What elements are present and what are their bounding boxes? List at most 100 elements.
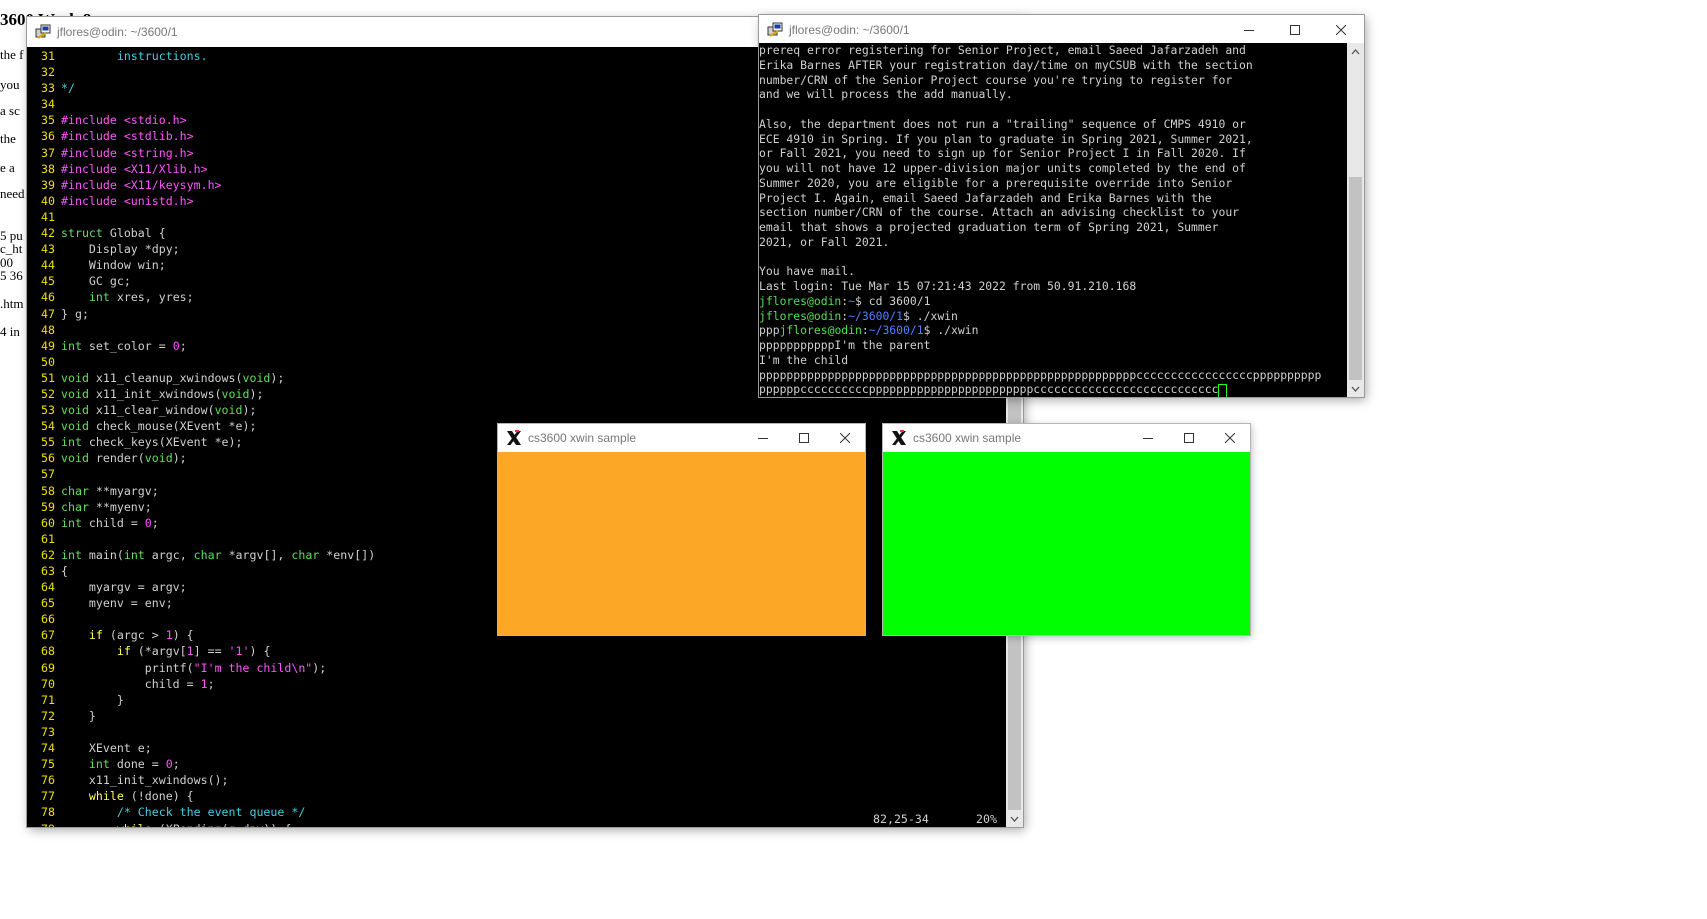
xwin-orange-titlebar[interactable]: cs3600 xwin sample [498,424,865,452]
terminal-line: Summer 2020, you are eligible for a prer… [759,176,1347,191]
code-token: int [61,338,82,353]
maximize-button[interactable] [1168,424,1209,452]
shell-output-area[interactable]: prereq error registering for Senior Proj… [759,43,1347,397]
code-token: 1 [165,628,173,643]
terminal-line: prereq error registering for Senior Proj… [759,43,1347,58]
code-token: pppppppppppppppppppppppppppppppppppppppp… [759,367,1322,382]
line-number: 58 [41,483,55,498]
terminal-line: and we will process the add manually. [759,87,1347,102]
terminal-line: jflores@odin:~/3600/1$ ./xwin [759,309,1347,324]
xwin-orange-title: cs3600 xwin sample [528,431,637,445]
code-token: $ cd 3600/1 [855,293,931,308]
code-token: char [61,483,89,498]
code-token: $ ./xwin [923,323,979,338]
background-doc-fragment: the f [0,47,24,62]
code-token: x11_init_xwindows(); [61,773,229,788]
code-token: printf( [61,660,194,675]
code-token: : [861,323,869,338]
background-doc-fragment: 5 36 [0,268,23,283]
code-token: void [61,370,89,385]
close-icon [839,433,850,443]
xwin-orange-canvas[interactable] [498,452,865,635]
code-token: ); [249,386,264,401]
code-token: 0 [172,338,180,353]
scroll-up-arrow-icon[interactable] [1347,43,1364,60]
line-number: 51 [41,370,55,385]
close-icon [1224,433,1235,443]
code-token: Last login: Tue Mar 15 07:21:43 2022 fro… [759,279,1137,293]
code-line: 73 [27,724,1006,740]
code-token: { [61,564,68,578]
code-line: 69 printf("I'm the child\n"); [27,660,1006,676]
maximize-button[interactable] [783,424,824,452]
code-token: 0 [165,757,173,772]
line-number: 32 [41,65,55,80]
minimize-button[interactable] [1226,15,1272,45]
close-button[interactable] [1318,15,1364,45]
shell-scroll-thumb[interactable] [1349,177,1362,380]
xwin-green-canvas[interactable] [883,452,1250,635]
background-doc-fragment: the [0,131,16,146]
line-number: 39 [41,177,55,192]
maximize-icon [1290,25,1300,35]
code-token: ~/3600/1 [868,323,924,338]
line-number: 76 [41,773,55,788]
code-token: ppppppccccccccccpppppppppppppppppppppppp… [759,382,1219,397]
code-token: Window win; [61,258,166,273]
code-token: while [117,822,152,828]
code-token: 2021, or Fall 2021. [759,234,890,249]
scroll-down-arrow-icon[interactable] [1347,380,1364,397]
code-line: 78 /* Check the event queue */ [27,804,1006,820]
line-number: 77 [41,789,55,804]
xwin-orange-window[interactable]: cs3600 xwin sample [498,424,865,635]
line-number: 78 [41,805,55,820]
code-token: ); [172,451,187,466]
code-line: 68 if (*argv[1] == '1') { [27,643,1006,659]
xwin-green-titlebar[interactable]: cs3600 xwin sample [883,424,1250,452]
line-number: 66 [41,612,55,627]
scroll-down-arrow-icon[interactable] [1006,810,1023,827]
close-button[interactable] [824,424,865,452]
minimize-button[interactable] [742,424,783,452]
line-number: 46 [41,290,55,305]
line-number: 45 [41,274,55,289]
xwin-green-window[interactable]: cs3600 xwin sample [883,424,1250,635]
shell-terminal-window[interactable]: jflores@odin: ~/3600/1 prereq error regi… [759,15,1364,397]
minimize-button[interactable] [1127,424,1168,452]
terminal-line: pppppppppppppppppppppppppppppppppppppppp… [759,368,1347,383]
code-token: int [61,547,82,562]
code-token: jflores@odin [759,308,842,323]
terminal-line: Last login: Tue Mar 15 07:21:43 2022 fro… [759,279,1347,294]
code-token: Display *dpy; [61,242,180,257]
background-doc-fragment: need [0,186,25,201]
code-token: check_mouse(XEvent *e); [88,419,257,434]
code-token: check_keys(XEvent *e); [81,435,243,450]
maximize-icon [1183,433,1194,443]
code-line: 70 child = 1; [27,676,1006,692]
code-token: jflores@odin [779,323,862,338]
line-number: 69 [41,660,55,675]
code-token: jflores@odin [759,293,842,308]
code-line: 79 while (XPending(g.dpy)) { [27,821,1006,828]
close-button[interactable] [1209,424,1250,452]
line-number: 37 [41,145,55,160]
background-doc-fragment: a sc [0,103,20,118]
code-token: render( [88,451,145,466]
code-token: void [221,386,250,401]
line-number: 57 [41,467,55,482]
code-token: and we will process the add manually. [759,87,1013,102]
code-token: char [291,547,320,562]
code-token: XEvent e; [61,741,152,756]
code-token: ) { [249,644,271,659]
line-number: 56 [41,451,55,466]
shell-scrollbar[interactable] [1347,43,1364,397]
line-number: 60 [41,515,55,530]
maximize-button[interactable] [1272,15,1318,45]
code-token: (XPending(g.dpy)) { [152,822,292,828]
code-token: int [61,435,82,450]
shell-window-titlebar[interactable]: jflores@odin: ~/3600/1 [759,15,1364,45]
code-token: x11_cleanup_xwindows( [88,370,243,385]
